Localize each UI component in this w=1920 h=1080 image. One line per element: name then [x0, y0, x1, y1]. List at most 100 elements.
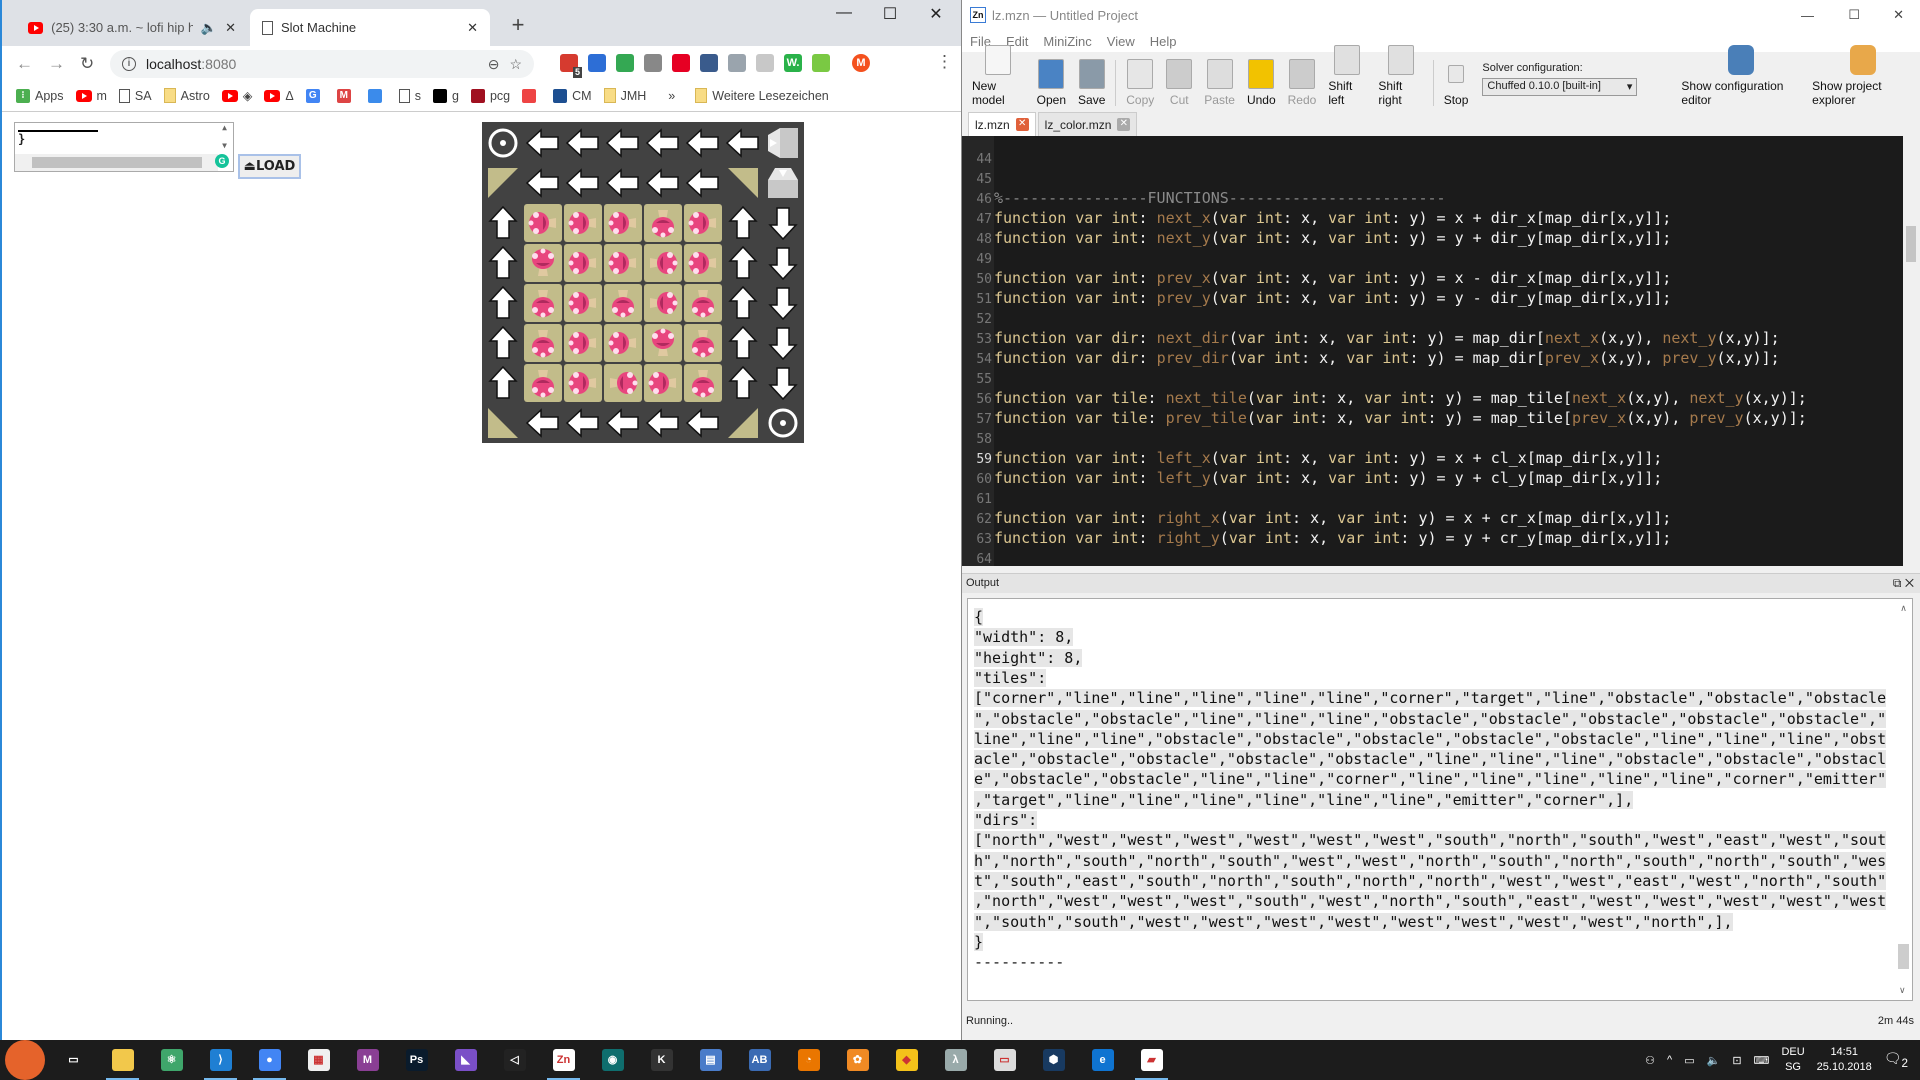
- forward-icon[interactable]: →: [48, 54, 65, 74]
- output-text[interactable]: {"width": 8, "height": 8, "tiles": ["corner…: [967, 598, 1913, 1001]
- address-bar[interactable]: i localhost:8080 ⊖ ☆: [110, 50, 534, 78]
- close-button[interactable]: ✕: [916, 4, 956, 24]
- board-cell-arrow[interactable]: [763, 363, 803, 403]
- minizinc-taskbar-button[interactable]: Zn: [539, 1040, 588, 1080]
- gitkraken-taskbar-button[interactable]: ◉: [588, 1040, 637, 1080]
- edge-taskbar-button[interactable]: e: [1078, 1040, 1127, 1080]
- bookmark-CM[interactable]: CM: [553, 88, 592, 103]
- board-cell-arrow[interactable]: [763, 323, 803, 363]
- bookmark-JMH[interactable]: JMH: [603, 88, 646, 103]
- board-cell-arrow[interactable]: [763, 243, 803, 283]
- board-cell-obstacle[interactable]: [643, 243, 683, 283]
- board-cell-obstacle[interactable]: [523, 203, 563, 243]
- board-cell-arrow[interactable]: [643, 403, 683, 443]
- visual-studio-taskbar-button[interactable]: ◣: [441, 1040, 490, 1080]
- board-cell-arrow[interactable]: [723, 243, 763, 283]
- board-cell-arrow[interactable]: [683, 123, 723, 163]
- blender-taskbar-button[interactable]: ◔: [784, 1040, 833, 1080]
- pdf-taskbar-button[interactable]: ▰: [1127, 1040, 1176, 1080]
- close-tab-icon[interactable]: ✕: [225, 20, 236, 36]
- new-tab-button[interactable]: +: [498, 12, 538, 38]
- board-cell-obstacle[interactable]: [563, 323, 603, 363]
- board-cell-obstacle[interactable]: [603, 323, 643, 363]
- language-indicator[interactable]: DEU SG: [1781, 1045, 1804, 1075]
- vertical-scrollbar[interactable]: ▲ ▼: [216, 123, 233, 157]
- inkscape-taskbar-button[interactable]: ◆: [882, 1040, 931, 1080]
- minimize-button[interactable]: —: [1801, 8, 1814, 23]
- bookmark-s[interactable]: s: [398, 88, 421, 103]
- board-cell-obstacle[interactable]: [643, 363, 683, 403]
- board-cell-arrow[interactable]: [483, 323, 523, 363]
- close-tab-icon[interactable]: ✕: [1015, 118, 1029, 131]
- board-cell-arrow[interactable]: [523, 123, 563, 163]
- board-cell-corner[interactable]: [723, 403, 763, 443]
- board-cell-arrow[interactable]: [603, 123, 643, 163]
- bookmark-Astro[interactable]: Astro: [163, 88, 210, 103]
- board-cell-obstacle[interactable]: [603, 283, 643, 323]
- board-cell-arrow[interactable]: [563, 123, 603, 163]
- board-cell-corner[interactable]: [723, 163, 763, 203]
- bookmark-s-circle[interactable]: [367, 88, 387, 103]
- board-cell-emitter[interactable]: [763, 123, 803, 163]
- people-icon[interactable]: ⚇: [1645, 1054, 1655, 1067]
- board-cell-arrow[interactable]: [763, 203, 803, 243]
- board-cell-corner[interactable]: [483, 163, 523, 203]
- board-cell-arrow[interactable]: [563, 163, 603, 203]
- start-taskbar-button[interactable]: [0, 1040, 49, 1080]
- load-button[interactable]: ⏏LOAD: [238, 154, 301, 179]
- battery-icon[interactable]: ▭: [1684, 1054, 1694, 1067]
- bookmark-pcg[interactable]: pcg: [470, 88, 510, 103]
- board-cell-emitter[interactable]: [763, 163, 803, 203]
- translator-taskbar-button[interactable]: AB: [735, 1040, 784, 1080]
- json-textarea[interactable]: } ▲ ▼: [14, 122, 234, 172]
- board-cell-obstacle[interactable]: [683, 363, 723, 403]
- network-icon[interactable]: ⊡: [1732, 1054, 1741, 1067]
- tab-lz-mzn[interactable]: lz.mzn ✕: [968, 112, 1036, 136]
- bookmarks-overflow-button[interactable]: »: [668, 89, 675, 103]
- board-cell-obstacle[interactable]: [683, 203, 723, 243]
- mathcha-taskbar-button[interactable]: M: [343, 1040, 392, 1080]
- tab-lz-color-mzn[interactable]: lz_color.mzn ✕: [1037, 112, 1138, 136]
- task-view-taskbar-button[interactable]: ▭: [49, 1040, 98, 1080]
- virtualbox-taskbar-button[interactable]: ⬢: [1029, 1040, 1078, 1080]
- board-cell-arrow[interactable]: [603, 403, 643, 443]
- unity-taskbar-button[interactable]: ◁: [490, 1040, 539, 1080]
- close-tab-icon[interactable]: ✕: [467, 20, 478, 36]
- bookmark-Apps[interactable]: ⁝ Apps: [16, 88, 64, 103]
- close-tab-icon[interactable]: ✕: [1117, 118, 1131, 131]
- board-cell-arrow[interactable]: [723, 203, 763, 243]
- code-icon[interactable]: [728, 54, 746, 72]
- notifications-icon[interactable]: 🗨2: [1884, 1050, 1908, 1070]
- star-icon[interactable]: ☆: [509, 56, 522, 73]
- board-cell-arrow[interactable]: [723, 323, 763, 363]
- open-button[interactable]: Open: [1031, 59, 1072, 110]
- bookmark-◈[interactable]: ◈: [221, 88, 252, 103]
- reload-icon[interactable]: ↻: [80, 54, 94, 74]
- board-cell-target[interactable]: [483, 123, 523, 163]
- maximize-button[interactable]: ☐: [1848, 7, 1860, 23]
- board-cell-arrow[interactable]: [683, 163, 723, 203]
- zoom-icon[interactable]: ⊖: [488, 56, 500, 73]
- atom-taskbar-button[interactable]: ⚛: [147, 1040, 196, 1080]
- bookmark-Δ[interactable]: Δ: [264, 89, 294, 103]
- board-cell-obstacle[interactable]: [683, 283, 723, 323]
- board-cell-arrow[interactable]: [643, 123, 683, 163]
- todoist-icon[interactable]: 5: [560, 54, 582, 78]
- stop-button[interactable]: Stop: [1438, 65, 1475, 110]
- bookmark-u[interactable]: [522, 88, 541, 103]
- board-cell-obstacle[interactable]: [563, 283, 603, 323]
- board-cell-obstacle[interactable]: [643, 203, 683, 243]
- chevron-up-icon[interactable]: ^: [1667, 1054, 1672, 1066]
- speaker-icon[interactable]: 🔈: [201, 20, 217, 36]
- board-cell-obstacle[interactable]: [563, 243, 603, 283]
- bookmark-google[interactable]: G: [305, 88, 325, 103]
- k-taskbar-button[interactable]: K: [637, 1040, 686, 1080]
- board-cell-obstacle[interactable]: [563, 203, 603, 243]
- bookmark-m[interactable]: m: [75, 89, 107, 103]
- ext-icon[interactable]: [756, 54, 774, 72]
- menu-view[interactable]: View: [1107, 34, 1135, 49]
- other-bookmarks[interactable]: Weitere Lesezeichen: [695, 88, 829, 103]
- tab-slot-machine[interactable]: Slot Machine ✕: [250, 9, 490, 46]
- wappalyzer-icon[interactable]: W.: [784, 54, 802, 72]
- float-panel-icon[interactable]: ⧉: [1893, 576, 1902, 590]
